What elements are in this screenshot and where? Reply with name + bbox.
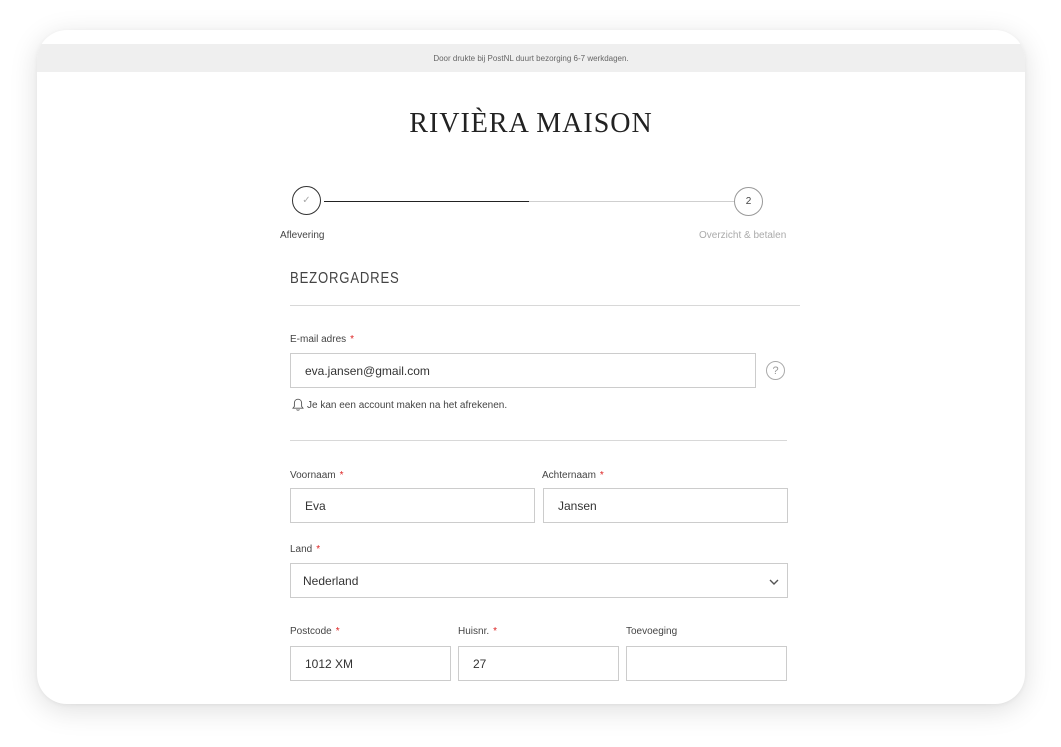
checkout-card: Door drukte bij PostNL duurt bezorging 6… <box>37 30 1025 704</box>
required-marker: * <box>316 544 321 555</box>
step-aflevering-indicator[interactable]: ✓ <box>292 186 321 215</box>
house-number-label: Huisnr. * <box>458 626 498 637</box>
last-name-input[interactable] <box>543 488 788 523</box>
section-divider <box>290 305 800 306</box>
first-name-input[interactable] <box>290 488 535 523</box>
progress-line-done <box>324 201 529 202</box>
required-marker: * <box>339 470 344 481</box>
country-value: Nederland <box>303 573 359 588</box>
step-overzicht-label: Overzicht & betalen <box>699 230 787 241</box>
addition-input[interactable] <box>626 646 787 681</box>
brand-logo[interactable]: RIVIÈRA MAISON <box>37 108 1025 140</box>
first-name-label: Voornaam * <box>290 470 344 481</box>
country-select[interactable]: Nederland <box>290 563 788 598</box>
email-divider <box>290 440 787 441</box>
check-icon: ✓ <box>302 195 311 206</box>
banner-text: Door drukte bij PostNL duurt bezorging 6… <box>433 53 629 63</box>
postcode-input[interactable] <box>290 646 451 681</box>
required-marker: * <box>335 626 340 637</box>
account-note: Je kan een account maken na het afrekene… <box>292 398 507 412</box>
required-marker: * <box>599 470 604 481</box>
email-label: E-mail adres * <box>290 334 355 345</box>
account-note-text: Je kan een account maken na het afrekene… <box>307 399 508 411</box>
house-number-input[interactable] <box>458 646 619 681</box>
chevron-down-icon <box>769 579 779 585</box>
section-title: BEZORGADRES <box>290 270 400 287</box>
step-number: 2 <box>745 196 752 207</box>
shipping-banner: Door drukte bij PostNL duurt bezorging 6… <box>37 44 1025 72</box>
progress-line-todo <box>529 201 735 202</box>
bell-icon <box>292 398 304 411</box>
last-name-label: Achternaam * <box>542 470 604 481</box>
help-icon[interactable]: ? <box>766 361 785 380</box>
step-aflevering-label[interactable]: Aflevering <box>280 230 324 241</box>
required-marker: * <box>493 626 498 637</box>
required-marker: * <box>350 334 355 345</box>
country-label: Land * <box>290 544 321 555</box>
email-input[interactable] <box>290 353 756 388</box>
addition-label: Toevoeging <box>626 626 678 637</box>
step-overzicht-indicator: 2 <box>734 187 763 216</box>
postcode-label: Postcode * <box>290 626 340 637</box>
